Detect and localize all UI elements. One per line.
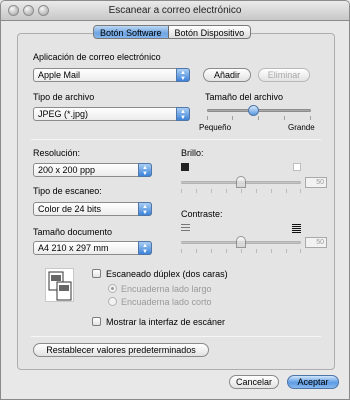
document-size-select[interactable]: A4 210 x 297 mm ▲ ▼ <box>33 241 152 255</box>
brightness-dark-icon <box>181 163 189 171</box>
file-type-value: JPEG (*.jpg) <box>38 109 89 119</box>
remove-button[interactable]: Eliminar <box>258 68 310 82</box>
scan-type-label: Tipo de escaneo: <box>33 186 102 196</box>
scan-to-email-window: Escanear a correo electrónico Botón Soft… <box>0 0 350 400</box>
email-app-label: Aplicación de correo electrónico <box>33 52 161 62</box>
show-scanner-ui-checkbox[interactable] <box>92 317 101 326</box>
file-type-label: Tipo de archivo <box>33 92 95 102</box>
contrast-label: Contraste: <box>181 209 223 219</box>
accept-button[interactable]: Aceptar <box>287 375 339 389</box>
tab-device-button[interactable]: Botón Dispositivo <box>169 26 251 38</box>
resolution-label: Resolución: <box>33 148 81 158</box>
popup-arrows-icon: ▲ ▼ <box>138 163 152 177</box>
duplex-label: Escaneado dúplex (dos caras) <box>106 269 228 279</box>
scan-type-select[interactable]: Color de 24 bits ▲ ▼ <box>33 202 152 216</box>
long-edge-radio[interactable] <box>108 284 117 293</box>
brightness-label: Brillo: <box>181 148 204 158</box>
long-edge-label: Encuaderna lado largo <box>121 284 212 294</box>
file-size-label: Tamaño del archivo <box>205 92 284 102</box>
popup-arrows-icon: ▲ ▼ <box>176 107 190 121</box>
email-app-value: Apple Mail <box>38 70 81 80</box>
window-title: Escanear a correo electrónico <box>108 5 242 16</box>
contrast-low-icon <box>181 224 190 233</box>
brightness-value-field[interactable]: 50 <box>305 177 327 188</box>
contrast-slider-thumb[interactable] <box>236 236 246 248</box>
file-type-select[interactable]: JPEG (*.jpg) ▲ ▼ <box>33 107 190 121</box>
popup-arrows-icon: ▲ ▼ <box>138 241 152 255</box>
scan-type-value: Color de 24 bits <box>38 204 102 214</box>
contrast-high-icon <box>292 224 301 233</box>
email-app-select[interactable]: Apple Mail ▲ ▼ <box>33 68 190 82</box>
reset-defaults-button[interactable]: Restablecer valores predeterminados <box>33 343 209 357</box>
brightness-light-icon <box>293 163 301 171</box>
popup-arrows-icon: ▲ ▼ <box>176 68 190 82</box>
document-size-value: A4 210 x 297 mm <box>38 243 109 253</box>
file-size-min-label: Pequeño <box>199 123 232 132</box>
duplex-checkbox[interactable] <box>92 269 101 278</box>
divider <box>31 139 321 140</box>
show-scanner-ui-label: Mostrar la interfaz de escáner <box>106 317 226 327</box>
cancel-button[interactable]: Cancelar <box>229 375 279 389</box>
popup-arrows-icon: ▲ ▼ <box>138 202 152 216</box>
title-bar: Escanear a correo electrónico <box>1 1 349 21</box>
divider <box>31 336 321 337</box>
tab-software-button[interactable]: Botón Software <box>94 26 169 38</box>
brightness-ticks <box>181 189 301 193</box>
resolution-value: 200 x 200 ppp <box>38 165 96 175</box>
duplex-document-icon <box>45 268 74 302</box>
contrast-ticks <box>181 249 301 253</box>
file-size-ticks <box>207 116 311 120</box>
short-edge-label: Encuaderna lado corto <box>121 297 212 307</box>
brightness-slider-thumb[interactable] <box>236 176 246 188</box>
tab-selector: Botón Software Botón Dispositivo <box>93 25 252 39</box>
add-button[interactable]: Añadir <box>203 68 251 82</box>
resolution-select[interactable]: 200 x 200 ppp ▲ ▼ <box>33 163 152 177</box>
document-size-label: Tamaño documento <box>33 227 113 237</box>
contrast-value-field[interactable]: 50 <box>305 237 327 248</box>
file-size-max-label: Grande <box>288 123 315 132</box>
short-edge-radio[interactable] <box>108 297 117 306</box>
